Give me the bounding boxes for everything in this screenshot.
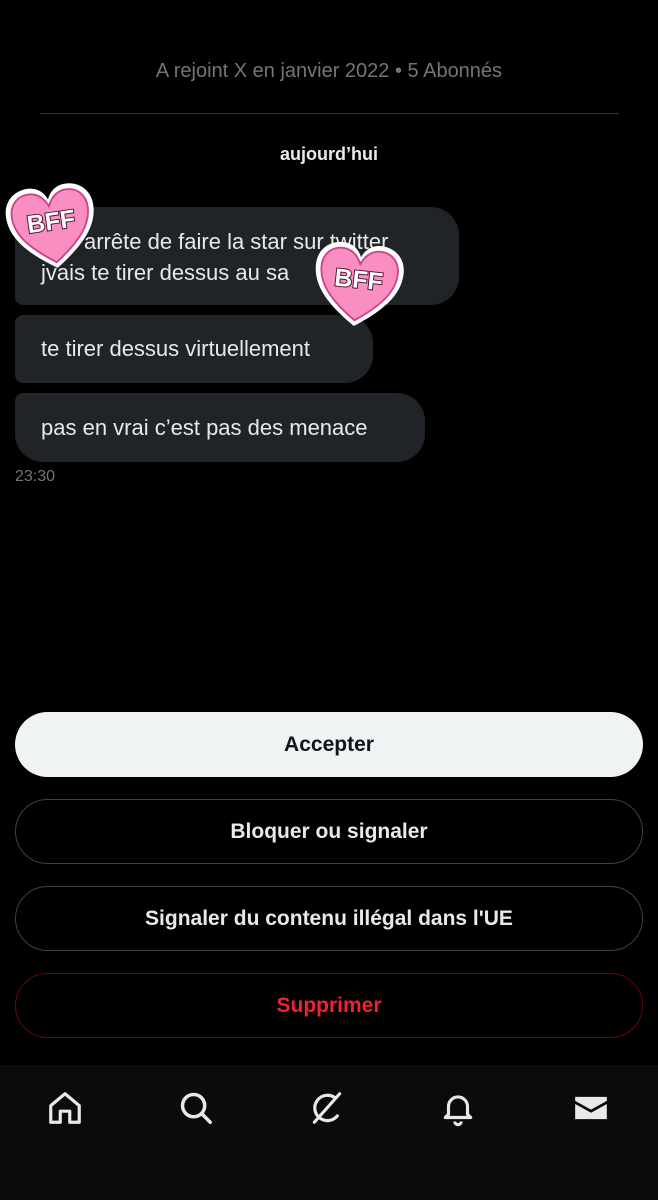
bff-heart-sticker: BFF (5, 183, 94, 268)
message-text: pas en vrai c’est pas des menace (41, 415, 368, 440)
report-illegal-content-button[interactable]: Signaler du contenu illégal dans l'UE (15, 886, 643, 951)
delete-button[interactable]: Supprimer (15, 973, 643, 1038)
delete-button-label: Supprimer (276, 993, 382, 1017)
home-icon[interactable] (44, 1087, 86, 1129)
message-timestamp: 23:30 (15, 468, 56, 485)
bff-heart-sticker: BFF (315, 241, 404, 327)
accept-button-label: Accepter (284, 732, 374, 756)
grok-icon[interactable] (306, 1087, 348, 1129)
report-illegal-content-label: Signaler du contenu illégal dans l'UE (145, 906, 513, 930)
divider (40, 113, 619, 114)
message-text: te tirer dessus virtuellement (41, 336, 310, 361)
profile-join-info: A rejoint X en janvier 2022 • 5 Abonnés (155, 60, 503, 82)
bell-icon[interactable] (437, 1087, 479, 1129)
date-separator: aujourd’hui (280, 144, 378, 164)
block-or-report-button[interactable]: Bloquer ou signaler (15, 799, 643, 864)
mail-icon[interactable] (570, 1087, 612, 1129)
message-bubble[interactable]: pas en vrai c’est pas des menace (15, 393, 425, 462)
accept-button[interactable]: Accepter (15, 712, 643, 777)
bottom-nav-bar (0, 1065, 658, 1200)
search-icon[interactable] (175, 1087, 217, 1129)
block-or-report-label: Bloquer ou signaler (230, 819, 428, 843)
sticker-text: BFF (333, 263, 384, 296)
